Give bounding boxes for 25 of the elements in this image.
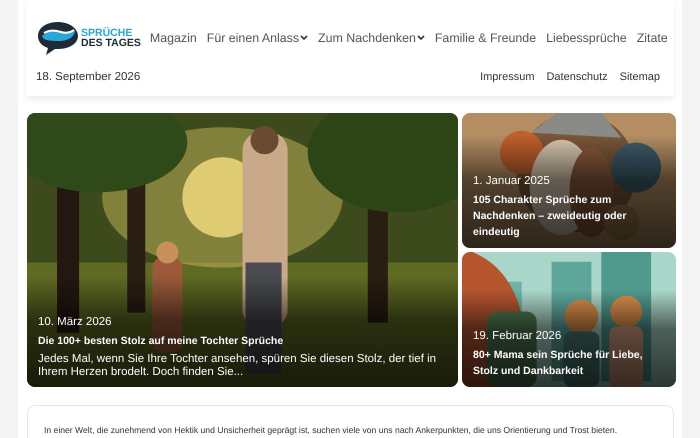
nav-link[interactable]: Liebessprüche [541,31,632,45]
article-date: 19. Februar 2026 [473,330,562,342]
current-date: 18. September 2026 [36,71,140,83]
caret-icon [416,35,425,41]
intro-paragraph: In einer Welt, die zunehmend von Hektik und Unsicherheit geprägt ist, suchen viele von uns nach Ankerpunkten, die uns Orientierung und Trost bieten. [44,424,618,436]
nav-link[interactable]: Für einen Anlass [202,31,314,45]
article-date: 1. Januar 2025 [473,175,551,187]
footer-link[interactable]: Impressum [480,71,534,83]
nav-link[interactable]: Familie & Freunde [430,31,542,45]
article-date: 10. März 2026 [38,316,113,328]
footer-link[interactable]: Datenschutz [546,71,608,83]
footer-link[interactable]: Sitemap [620,71,660,83]
article-excerpt: Jedes Mal, wenn Sie Ihre Tochter ansehen, spüren Sie diesen Stolz, der tief in Ihrem Herzen brodelt. Doch finden Sie... [38,353,438,379]
article-card[interactable]: 10. März 2026 Die 100+ besten Stolz auf meine Tochter Sprüche Jedes Mal, wenn Sie Ihre Tochter ansehen, spüren Sie diesen Stolz, der tief in Ihrem Herzen brodelt. Doch finden Sie... [27,113,458,387]
logo-text: SPRÜCHE [81,28,132,38]
caret-icon [300,35,308,41]
nav-link[interactable]: Zitate [632,31,673,45]
article-title[interactable]: 80+ Mama sein Sprüche für Liebe, Stolz und Dankbarkeit [473,347,666,379]
speech-bubble-icon [36,20,80,56]
nav-link[interactable]: Zum Nachdenken [313,31,430,45]
logo-text: DES TAGES [81,38,141,48]
nav-link[interactable]: Magazin [144,31,202,45]
logo[interactable]: SPRÜCHE DES TAGES [36,20,141,56]
article-title[interactable]: Die 100+ besten Stolz auf meine Tochter Sprüche [38,333,448,349]
article-title[interactable]: 105 Charakter Sprüche zum Nachdenken – zweideutig oder eindeutig [473,192,666,240]
